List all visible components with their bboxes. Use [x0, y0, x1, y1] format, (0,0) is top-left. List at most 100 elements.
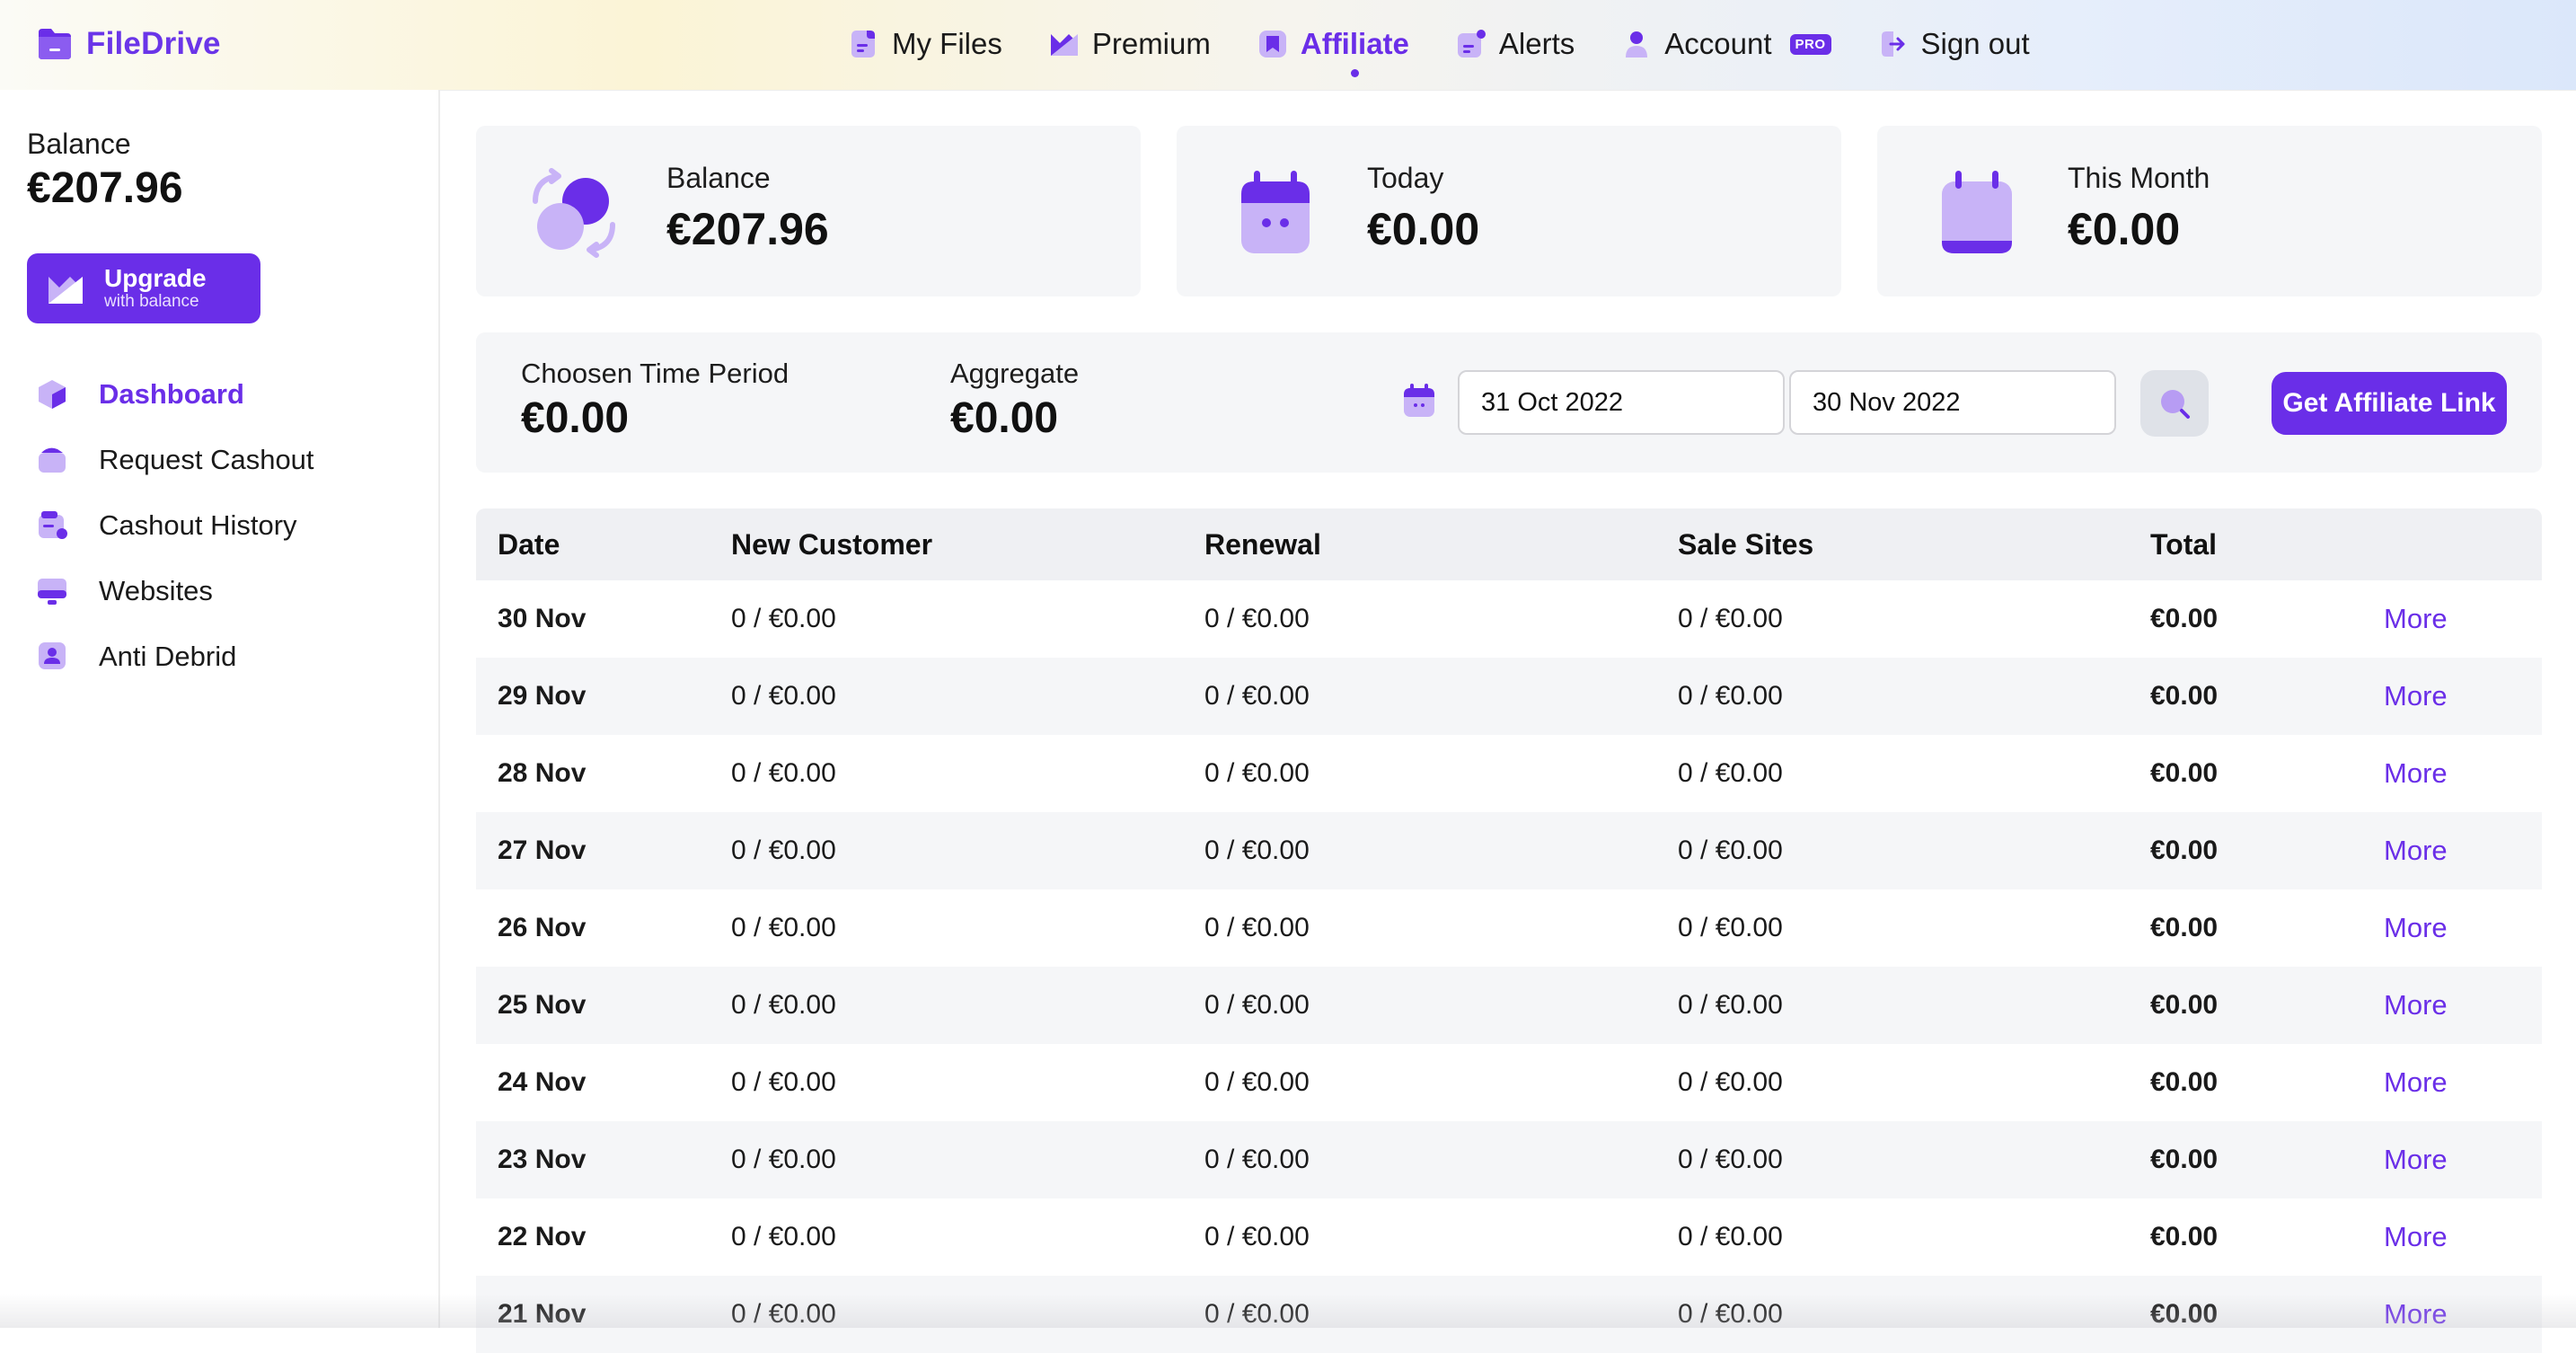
more-link[interactable]: More [2384, 1221, 2448, 1253]
monitor-icon [38, 578, 66, 605]
premium-icon [49, 277, 83, 304]
app-logo[interactable]: FileDrive [36, 22, 221, 66]
row-total: €0.00 [2150, 990, 2219, 1020]
nav-account[interactable]: Account PRO [1621, 27, 1831, 61]
date-from-input[interactable] [1458, 370, 1785, 435]
row-new-customer: 0 / €0.00 [731, 836, 836, 865]
sidebar-item-websites[interactable]: Websites [36, 558, 314, 623]
row-date: 24 Nov [498, 1067, 587, 1097]
more-link[interactable]: More [2384, 603, 2448, 635]
row-new-customer: 0 / €0.00 [731, 1145, 836, 1174]
row-renewal: 0 / €0.00 [1204, 681, 1310, 711]
nav-premium[interactable]: Premium [1049, 27, 1211, 61]
row-sale-sites: 0 / €0.00 [1678, 990, 1783, 1020]
sidebar-item-anti-debrid[interactable]: Anti Debrid [36, 623, 314, 689]
sidebar-item-label: Dashboard [99, 377, 244, 410]
table-row: 24 Nov 0 / €0.00 0 / €0.00 0 / €0.00 €0.00 Mo… [476, 1044, 2542, 1121]
main-nav: My Files Premium Affiliate Alerts Accoun… [849, 20, 2077, 68]
table-row: 22 Nov 0 / €0.00 0 / €0.00 0 / €0.00 €0.00 Mo… [476, 1198, 2542, 1276]
sidebar-item-label: Request Cashout [99, 443, 314, 475]
row-date: 30 Nov [498, 604, 587, 633]
date-to-input[interactable] [1789, 370, 2116, 435]
more-link[interactable]: More [2384, 1066, 2448, 1099]
row-new-customer: 0 / €0.00 [731, 913, 836, 942]
sidebar-balance-value: €207.96 [27, 164, 183, 212]
nav-sign-out[interactable]: Sign out [1878, 27, 2030, 61]
nav-label: Premium [1091, 27, 1211, 60]
coins-exchange-icon [533, 168, 615, 258]
folder-logo-icon [39, 29, 71, 59]
table-row: 29 Nov 0 / €0.00 0 / €0.00 0 / €0.00 €0.00 Mo… [476, 658, 2542, 735]
row-date: 22 Nov [498, 1222, 587, 1251]
row-sale-sites: 0 / €0.00 [1678, 913, 1783, 942]
nav-my-files[interactable]: My Files [849, 27, 1002, 61]
more-link[interactable]: More [2384, 835, 2448, 867]
nav-label: My Files [892, 27, 1002, 60]
card-value: €0.00 [2068, 204, 2181, 254]
row-total: €0.00 [2150, 1222, 2219, 1251]
upgrade-title: Upgrade [104, 264, 207, 292]
more-link[interactable]: More [2384, 757, 2448, 790]
sidebar-balance-label: Balance [27, 128, 131, 160]
nav-label: Sign out [1920, 27, 2030, 60]
nav-affiliate[interactable]: Affiliate [1257, 27, 1409, 61]
calendar-icon [1942, 171, 2012, 253]
more-link[interactable]: More [2384, 680, 2448, 712]
sidebar-item-request-cashout[interactable]: Request Cashout [36, 427, 314, 492]
row-renewal: 0 / €0.00 [1204, 1145, 1310, 1174]
header-total: Total [2150, 527, 2218, 561]
table-row: 21 Nov 0 / €0.00 0 / €0.00 0 / €0.00 €0.00 Mo… [476, 1276, 2542, 1353]
row-renewal: 0 / €0.00 [1204, 913, 1310, 942]
row-sale-sites: 0 / €0.00 [1678, 681, 1783, 711]
search-button[interactable] [2140, 370, 2209, 437]
row-total: €0.00 [2150, 604, 2219, 633]
row-date: 23 Nov [498, 1145, 587, 1174]
table-row: 28 Nov 0 / €0.00 0 / €0.00 0 / €0.00 €0.00 Mo… [476, 735, 2542, 812]
row-new-customer: 0 / €0.00 [731, 758, 836, 788]
row-new-customer: 0 / €0.00 [731, 681, 836, 711]
table-row: 30 Nov 0 / €0.00 0 / €0.00 0 / €0.00 €0.00 Mo… [476, 580, 2542, 658]
sidebar-item-dashboard[interactable]: Dashboard [36, 361, 314, 427]
app-name: FileDrive [86, 26, 221, 61]
sidebar-menu: Dashboard Request Cashout Cashout Histor… [36, 361, 314, 689]
row-renewal: 0 / €0.00 [1204, 1299, 1310, 1329]
row-sale-sites: 0 / €0.00 [1678, 1222, 1783, 1251]
row-date: 28 Nov [498, 758, 587, 788]
row-total: €0.00 [2150, 1299, 2219, 1329]
sidebar-item-cashout-history[interactable]: Cashout History [36, 492, 314, 558]
table-body: 30 Nov 0 / €0.00 0 / €0.00 0 / €0.00 €0.00 Mo… [476, 580, 2542, 1353]
row-new-customer: 0 / €0.00 [731, 1299, 836, 1329]
header-new-customer: New Customer [731, 527, 933, 561]
row-renewal: 0 / €0.00 [1204, 604, 1310, 633]
row-total: €0.00 [2150, 1067, 2219, 1097]
row-date: 27 Nov [498, 836, 587, 865]
row-renewal: 0 / €0.00 [1204, 1222, 1310, 1251]
row-sale-sites: 0 / €0.00 [1678, 1067, 1783, 1097]
nav-label: Alerts [1498, 27, 1575, 60]
more-link[interactable]: More [2384, 1144, 2448, 1176]
bell-icon [1457, 30, 1486, 57]
sidebar-item-label: Websites [99, 574, 213, 606]
row-sale-sites: 0 / €0.00 [1678, 1299, 1783, 1329]
card-label: This Month [2068, 162, 2210, 194]
aggregate-value: €0.00 [950, 394, 1059, 442]
calendar-icon[interactable] [1401, 383, 1437, 419]
nav-alerts[interactable]: Alerts [1456, 27, 1575, 61]
header-renewal: Renewal [1204, 527, 1321, 561]
header-sale-sites: Sale Sites [1678, 527, 1814, 561]
calendar-face-icon [1241, 171, 1310, 253]
card-label: Today [1367, 162, 1444, 194]
row-total: €0.00 [2150, 758, 2219, 788]
this-month-card: This Month €0.00 [1877, 126, 2542, 296]
row-sale-sites: 0 / €0.00 [1678, 836, 1783, 865]
table-header: Date New Customer Renewal Sale Sites Tot… [476, 508, 2542, 580]
today-card: Today €0.00 [1177, 126, 1841, 296]
get-affiliate-link-button[interactable]: Get Affiliate Link [2272, 372, 2507, 435]
upgrade-button[interactable]: Upgrade with balance [27, 253, 260, 323]
more-link[interactable]: More [2384, 989, 2448, 1021]
more-link[interactable]: More [2384, 1298, 2448, 1331]
aggregate-label: Aggregate [950, 358, 1080, 389]
table-row: 25 Nov 0 / €0.00 0 / €0.00 0 / €0.00 €0.00 Mo… [476, 967, 2542, 1044]
more-link[interactable]: More [2384, 912, 2448, 944]
history-icon [39, 510, 67, 539]
